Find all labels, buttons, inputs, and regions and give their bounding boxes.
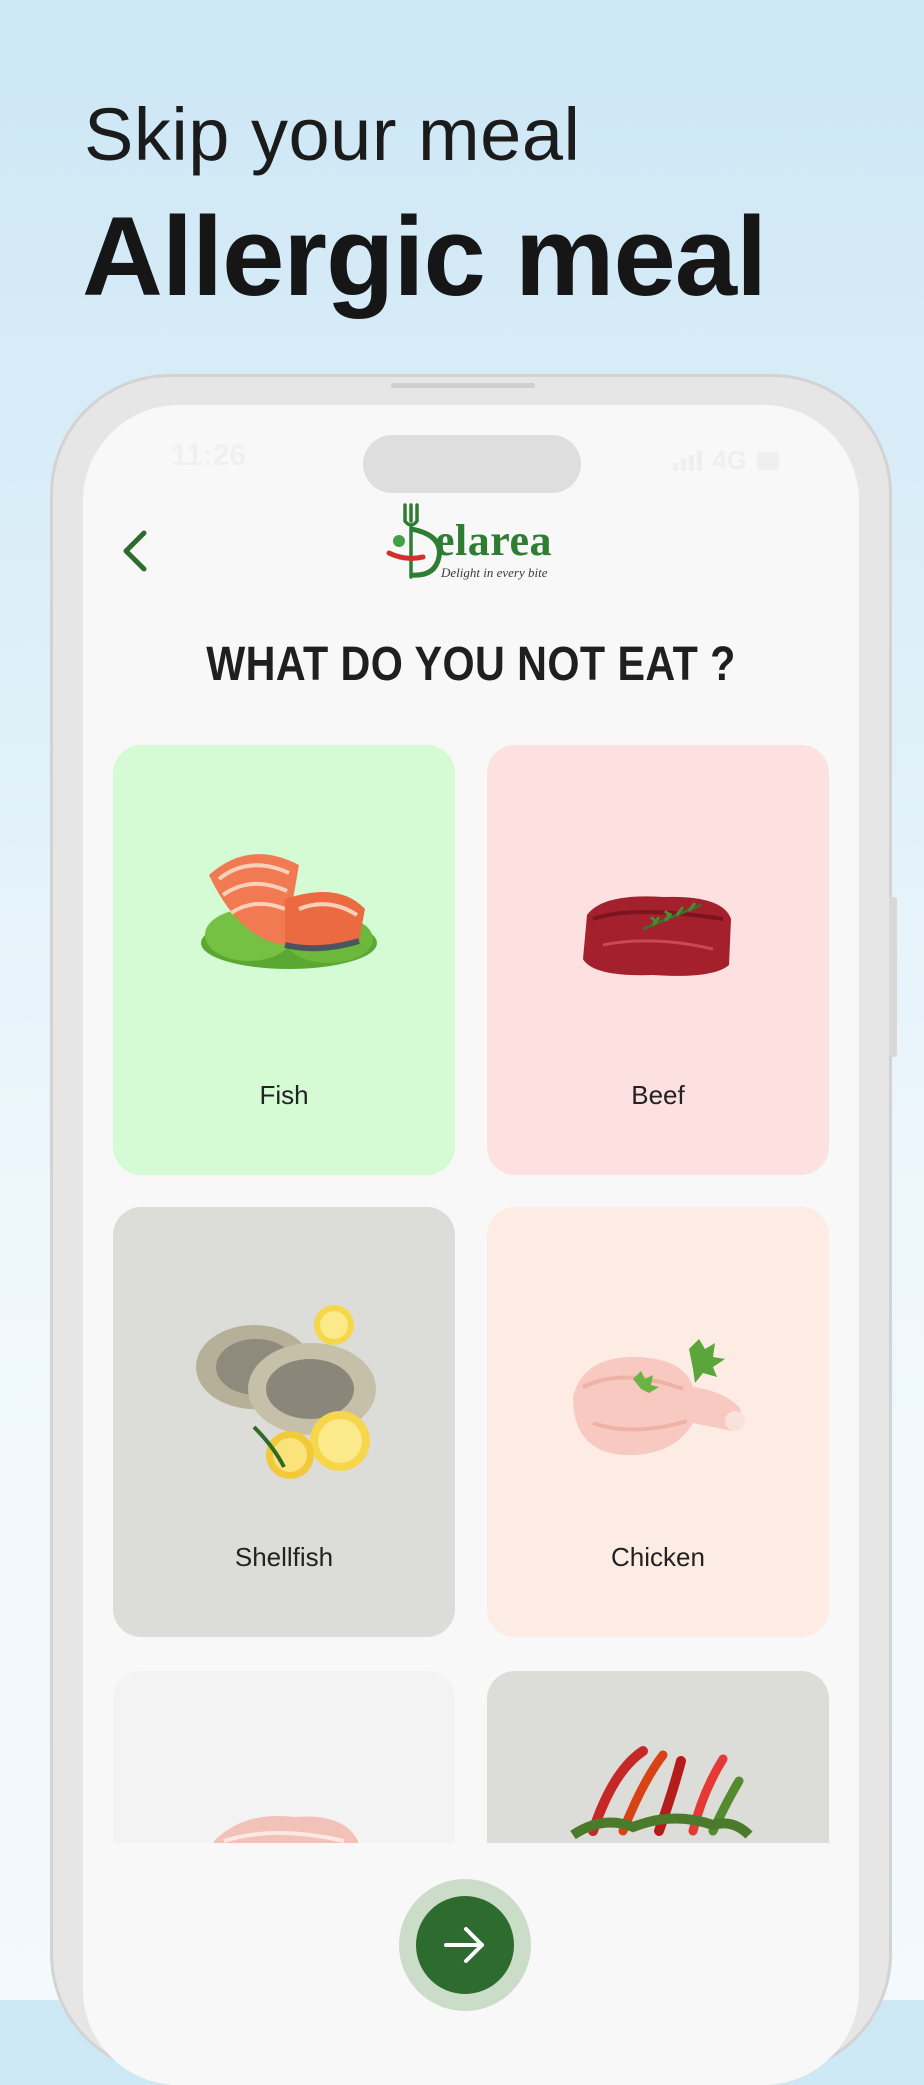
fish-image: [201, 854, 377, 969]
dynamic-island: [363, 435, 581, 493]
next-button[interactable]: [399, 1879, 531, 2011]
option-label: Fish: [259, 1080, 309, 1110]
promo-heading: Skip your meal: [84, 93, 581, 176]
status-indicators: 4G: [673, 445, 779, 476]
logo-text: elarea: [435, 516, 553, 565]
signal-icon: [673, 450, 703, 471]
back-button[interactable]: [113, 529, 157, 573]
option-card-chicken[interactable]: Chicken: [487, 1207, 829, 1637]
battery-icon: [757, 451, 779, 470]
option-card-beef[interactable]: Beef: [487, 745, 829, 1175]
page-title: WHAT DO YOU NOT EAT ?: [206, 638, 736, 691]
option-label: Beef: [631, 1080, 685, 1110]
shellfish-image: [196, 1305, 376, 1479]
next-button-inner: [416, 1896, 514, 1994]
option-label: Chicken: [611, 1542, 705, 1572]
chevron-left-icon: [123, 530, 147, 572]
promo-title: Allergic meal: [82, 194, 767, 319]
logo-tagline: Delight in every bite: [441, 565, 548, 580]
beef-image: [583, 896, 731, 976]
option-label: Shellfish: [234, 1542, 334, 1572]
app-screen: 11:26 4G elarea Delight in every bite WH…: [83, 405, 859, 2085]
chili-image: [570, 1746, 753, 1840]
app-logo: elarea Delight in every bite: [383, 501, 573, 601]
phone-side-button: [889, 897, 897, 1057]
option-card-shellfish[interactable]: Shellfish: [113, 1207, 455, 1637]
network-label: 4G: [712, 445, 747, 475]
arrow-right-icon: [444, 1927, 484, 1963]
chicken-image: [573, 1339, 745, 1456]
option-card-fish[interactable]: Fish: [113, 745, 455, 1175]
status-time: 11:26: [171, 439, 247, 472]
phone-frame: 11:26 4G elarea Delight in every bite WH…: [50, 374, 897, 2085]
